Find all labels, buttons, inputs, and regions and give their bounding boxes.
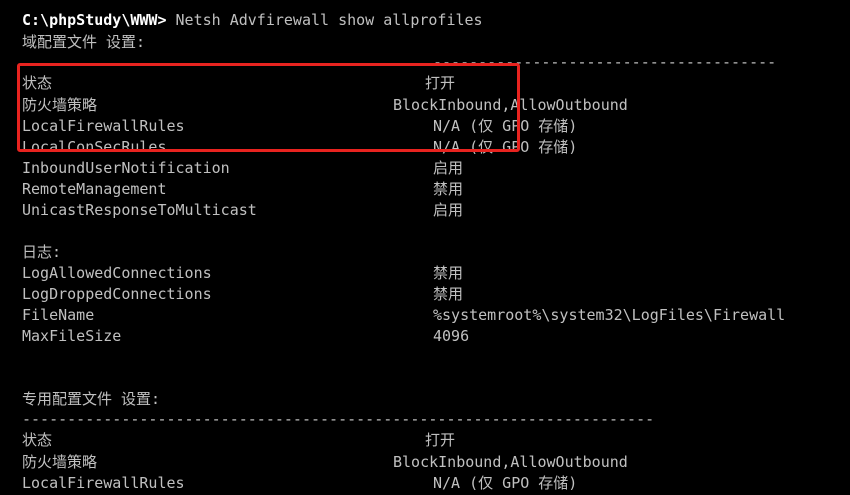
row-value: 禁用 [433, 180, 464, 198]
domain-profile-header: 域配置文件 设置: [22, 33, 146, 51]
row-key: LocalConSecRules [22, 138, 167, 156]
row-value: 4096 [433, 327, 470, 345]
row-value: BlockInbound,AllowOutbound [393, 453, 628, 471]
command-line: C:\phpStudy\WWW> Netsh Advfirewall show … [22, 10, 483, 31]
row-key: 防火墙策略 [22, 96, 98, 114]
row-key: UnicastResponseToMulticast [22, 201, 257, 219]
row-value: 启用 [433, 201, 464, 219]
row-value: %systemroot%\system32\LogFiles\Firewall [433, 306, 786, 324]
row-value: 打开 [425, 431, 456, 449]
row-key: LogDroppedConnections [22, 285, 212, 303]
row-value: 禁用 [433, 264, 464, 282]
row-value: 启用 [433, 159, 464, 177]
row-value: 打开 [425, 74, 456, 92]
row-value: N/A (仅 GPO 存储) [433, 117, 578, 135]
log-header: 日志: [22, 243, 62, 261]
row-key: RemoteManagement [22, 180, 167, 198]
row-key: 状态 [22, 431, 53, 449]
row-key: 状态 [22, 74, 53, 92]
row-key: LogAllowedConnections [22, 264, 212, 282]
private-profile-header: 专用配置文件 设置: [22, 390, 161, 408]
console-window[interactable]: C:\phpStudy\WWW> Netsh Advfirewall show … [0, 0, 850, 495]
row-key: MaxFileSize [22, 327, 122, 345]
row-key: LocalFirewallRules [22, 117, 185, 135]
separator-line: ----------------------------------------… [433, 53, 778, 71]
row-value: N/A (仅 GPO 存储) [433, 138, 578, 156]
row-key: LocalFirewallRules [22, 474, 185, 492]
row-key: InboundUserNotification [22, 159, 230, 177]
command-text: Netsh Advfirewall show allprofiles [166, 11, 483, 29]
row-value: BlockInbound,AllowOutbound [393, 96, 628, 114]
row-value: N/A (仅 GPO 存储) [433, 474, 578, 492]
row-value: 禁用 [433, 285, 464, 303]
row-key: FileName [22, 306, 95, 324]
separator-line: ----------------------------------------… [22, 410, 655, 428]
prompt-path: C:\phpStudy\WWW> [22, 11, 167, 29]
row-key: 防火墙策略 [22, 453, 98, 471]
